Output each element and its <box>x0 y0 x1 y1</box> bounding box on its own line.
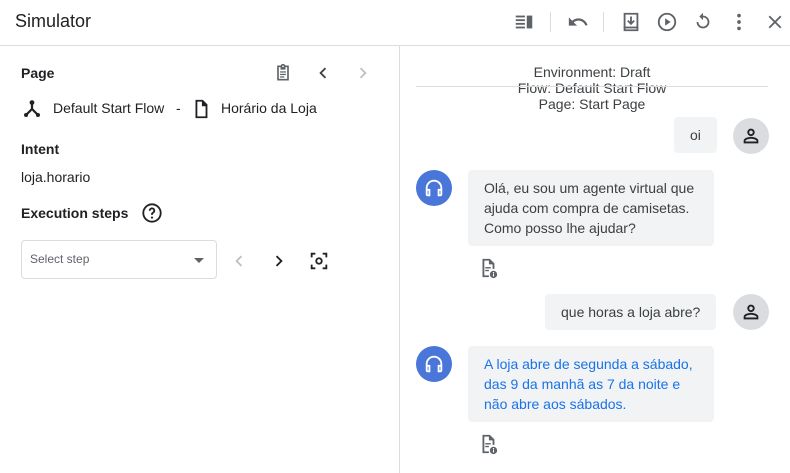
user-message-text: que horas a loja abre? <box>561 304 701 320</box>
doc-info-icon[interactable] <box>477 433 499 455</box>
play-icon[interactable] <box>655 10 679 34</box>
doc-info-icon[interactable] <box>477 257 499 279</box>
download-icon[interactable] <box>619 10 643 34</box>
intent-label: Intent <box>21 141 60 157</box>
step-select-placeholder: Select step <box>30 252 90 266</box>
header-divider <box>550 12 551 32</box>
user-avatar-icon <box>733 294 769 330</box>
flow-name[interactable]: Default Start Flow <box>53 100 164 116</box>
simulator-title: Simulator <box>15 11 92 31</box>
agent-message: Olá, eu sou um agente virtual que ajuda … <box>468 170 714 246</box>
undo-icon[interactable] <box>566 10 590 34</box>
clipboard-icon[interactable] <box>272 62 294 84</box>
environment-text: Environment: Draft <box>533 64 651 80</box>
debug-panel: Page Default Start Flow - Horário da Loj… <box>0 46 400 473</box>
dropdown-arrow-icon <box>194 258 204 263</box>
agent-avatar-icon <box>416 170 452 206</box>
flow-icon <box>21 98 43 120</box>
page-name[interactable]: Horário da Loja <box>221 100 317 116</box>
page-text: Page: Start Page <box>538 96 646 112</box>
next-step-icon[interactable] <box>268 250 290 272</box>
flow-page-separator: - <box>176 100 181 116</box>
close-icon[interactable] <box>763 10 787 34</box>
view-panel-icon[interactable] <box>512 10 536 34</box>
flow-text: Flow: Default Start Flow <box>517 80 667 96</box>
page-label: Page <box>21 65 55 81</box>
more-vert-icon[interactable] <box>727 10 751 34</box>
intent-value: loja.horario <box>21 169 91 185</box>
step-select[interactable]: Select step <box>21 240 217 279</box>
user-message-text: oi <box>690 127 701 143</box>
execution-steps-label: Execution steps <box>21 205 129 221</box>
agent-message-text: Olá, eu sou um agente virtual que ajuda … <box>484 180 695 236</box>
user-avatar-icon <box>733 118 769 154</box>
prev-step-icon[interactable] <box>228 250 250 272</box>
user-message: que horas a loja abre? <box>545 294 717 330</box>
help-icon[interactable] <box>141 202 163 224</box>
focus-center-icon[interactable] <box>308 250 330 272</box>
header-divider-2 <box>603 12 604 32</box>
context-info: Environment: Draft Flow: Default Start F… <box>416 64 768 112</box>
reset-icon[interactable] <box>691 10 715 34</box>
page-icon <box>190 98 212 120</box>
user-message: oi <box>674 117 717 153</box>
chevron-left-icon[interactable] <box>312 62 334 84</box>
agent-message: A loja abre de segunda a sábado, das 9 d… <box>468 346 714 422</box>
simulator-header: Simulator <box>0 0 790 46</box>
conversation-panel: Environment: Draft Flow: Default Start F… <box>400 46 790 473</box>
chevron-right-icon[interactable] <box>352 62 374 84</box>
context-divider <box>416 86 768 87</box>
agent-message-text: A loja abre de segunda a sábado, das 9 d… <box>484 356 693 412</box>
agent-avatar-icon <box>416 346 452 382</box>
